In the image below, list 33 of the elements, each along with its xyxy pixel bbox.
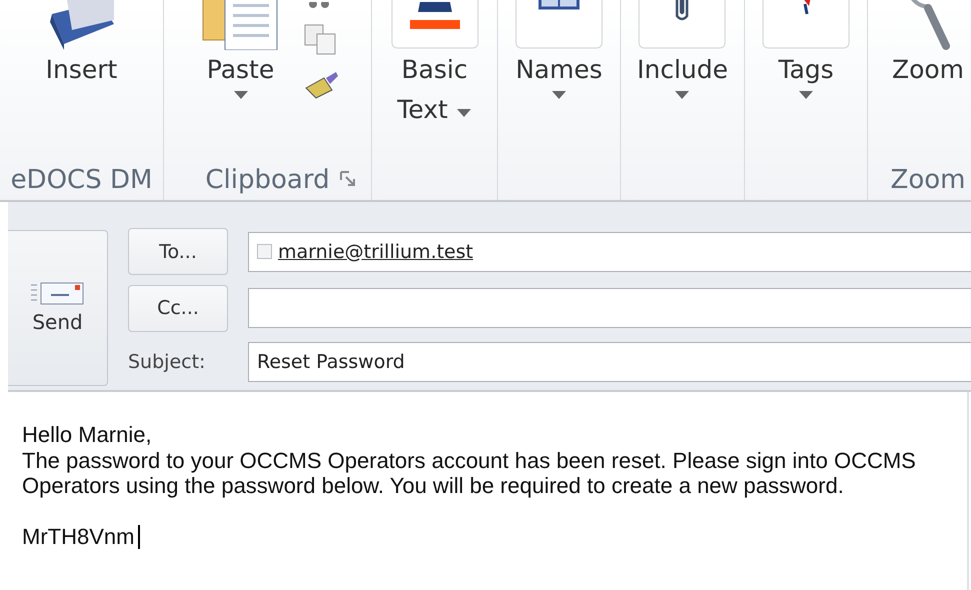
ribbon-button[interactable]: Insert: [36, 0, 126, 160]
dialog-launcher-icon[interactable]: [339, 170, 357, 188]
password-text: MrTH8Vnm: [22, 524, 134, 550]
checkbox[interactable]: [257, 244, 272, 260]
caret-icon: [232, 90, 248, 100]
text-cursor: [138, 524, 140, 549]
ribbon-button[interactable]: Names: [514, 0, 604, 160]
ribbon-button[interactable]: Tags: [761, 0, 851, 160]
cc-button[interactable]: Cc...: [128, 284, 228, 332]
group-label: Zoom: [890, 164, 966, 197]
brush-icon: [304, 70, 340, 100]
greeting-text: Hello Marnie,: [22, 422, 153, 448]
ribbon-button[interactable]: Basic Text: [390, 0, 480, 160]
subject-field[interactable]: Reset Password: [248, 342, 971, 382]
cc-field[interactable]: [248, 288, 971, 328]
subject-label: Subject:: [128, 350, 206, 373]
ribbon-button[interactable]: Zoom: [883, 0, 971, 160]
recipient-link[interactable]: marnie@trillium.test: [278, 240, 474, 263]
message-paragraph: The password to your OCCMS Operators account has been reset. Please sign into OCCMS Operators using the password below. You will be required to create a new password.: [22, 448, 917, 498]
to-field[interactable]: marnie@trillium.test: [248, 232, 971, 272]
message-body[interactable]: Hello Marnie, The password to your OCCMS Operators account has been reset. Please sign into OCCMS Operators using the password below. You will be required to create a new password. MrTH8Vnm: [8, 392, 969, 590]
ribbon-button[interactable]: Include: [636, 0, 728, 160]
caret-icon: [798, 90, 814, 100]
copy-icon: [304, 24, 338, 56]
caret-icon: [551, 90, 567, 100]
caret-icon: [456, 108, 472, 118]
to-button[interactable]: To...: [128, 228, 228, 275]
group-label: Clipboard: [205, 164, 330, 197]
envelope-icon: [30, 282, 84, 306]
caret-icon: [674, 90, 690, 100]
send-button[interactable]: Send: [8, 230, 108, 386]
ribbon-button[interactable]: Paste: [196, 0, 286, 160]
group-label: eDOCS DM: [10, 164, 152, 197]
